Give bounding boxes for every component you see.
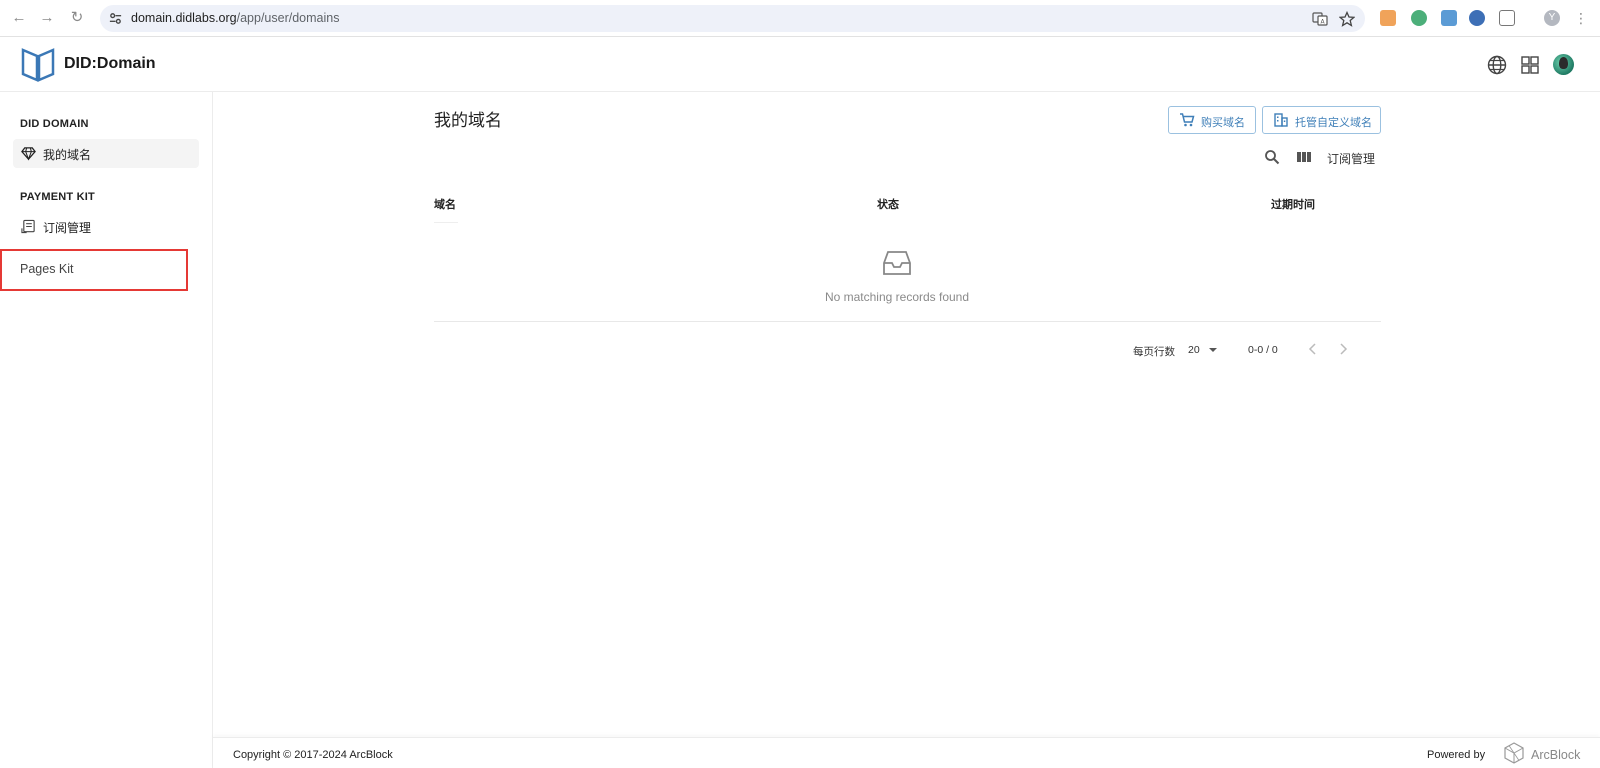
column-divider	[434, 222, 458, 223]
app-header: DID:Domain	[0, 38, 1600, 92]
sidebar-item-subscriptions[interactable]: 订阅管理	[13, 212, 199, 241]
did-domain-logo[interactable]	[20, 47, 56, 83]
pagination-range: 0-0 / 0	[1248, 344, 1278, 356]
cart-icon	[1180, 113, 1195, 127]
arcblock-name: ArcBlock	[1531, 748, 1581, 762]
host-custom-domain-button[interactable]: 托管自定义域名	[1262, 106, 1381, 134]
footer: Copyright © 2017-2024 ArcBlock Powered b…	[213, 737, 1600, 768]
diamond-icon	[21, 147, 36, 161]
user-avatar[interactable]	[1553, 54, 1574, 75]
dropdown-caret-icon	[1209, 348, 1217, 352]
sidebar-item-label: 订阅管理	[43, 221, 92, 235]
pages-kit-label: Pages Kit	[20, 262, 74, 276]
sidebar-heading-did-domain: DID DOMAIN	[20, 118, 89, 130]
receipt-icon	[21, 219, 35, 234]
copyright-text: Copyright © 2017-2024 ArcBlock	[233, 749, 393, 761]
rows-per-page-select[interactable]: 20	[1188, 341, 1224, 359]
apps-grid-icon[interactable]	[1519, 54, 1541, 76]
sidebar-item-label: 我的域名	[43, 148, 92, 162]
sidebar: DID DOMAIN 我的域名 PAYMENT KIT 订阅管理 Pages K…	[0, 92, 213, 768]
fox-extension-icon[interactable]	[1380, 10, 1396, 26]
sidebar-item-pages-kit[interactable]: Pages Kit	[0, 249, 188, 291]
buy-domain-button[interactable]: 购买域名	[1168, 106, 1256, 134]
browser-toolbar: ← → ↻ domain.didlabs.org/app/user/domain…	[0, 0, 1600, 37]
forward-arrow-icon[interactable]: →	[38, 9, 56, 27]
inbox-icon	[883, 251, 911, 275]
search-icon[interactable]	[1264, 149, 1280, 165]
previous-page-icon[interactable]	[1305, 341, 1321, 357]
site-settings-icon[interactable]	[108, 11, 123, 26]
column-header-status[interactable]: 状态	[877, 196, 899, 212]
globe-icon[interactable]	[1486, 54, 1508, 76]
url-path: /app/user/domains	[236, 11, 340, 25]
subscription-management-link[interactable]: 订阅管理	[1327, 150, 1375, 167]
sidebar-item-my-domains[interactable]: 我的域名	[13, 139, 199, 168]
arcblock-logo-icon[interactable]	[1503, 742, 1525, 764]
buy-domain-label: 购买域名	[1201, 117, 1245, 129]
translate-icon[interactable]: A	[1312, 11, 1328, 27]
page-title: 我的域名	[434, 111, 502, 130]
building-icon	[1274, 113, 1288, 127]
table-divider	[434, 321, 1381, 322]
powered-by-text: Powered by	[1427, 749, 1486, 761]
rows-per-page-value: 20	[1188, 344, 1200, 356]
bookmark-star-icon[interactable]	[1339, 11, 1355, 27]
image-extension-icon[interactable]	[1441, 10, 1457, 26]
reload-icon[interactable]: ↻	[68, 9, 86, 27]
extension-icon[interactable]	[1411, 10, 1427, 26]
url-text[interactable]: domain.didlabs.org/app/user/domains	[131, 11, 339, 25]
columns-icon[interactable]	[1296, 149, 1312, 165]
next-page-icon[interactable]	[1335, 341, 1351, 357]
profile-avatar[interactable]: Y	[1544, 10, 1560, 26]
address-bar[interactable]: domain.didlabs.org/app/user/domains A	[100, 5, 1365, 32]
host-custom-domain-label: 托管自定义域名	[1295, 117, 1372, 129]
empty-state-text: No matching records found	[824, 290, 970, 304]
column-header-domain[interactable]: 域名	[434, 196, 456, 212]
back-arrow-icon[interactable]: ←	[10, 9, 28, 27]
menu-dots-icon[interactable]: ⋮	[1572, 9, 1590, 27]
brand-name: DID:Domain	[64, 55, 156, 72]
sidebar-heading-payment-kit: PAYMENT KIT	[20, 191, 95, 203]
url-host: domain.didlabs.org	[131, 11, 237, 25]
rows-per-page-label: 每页行数	[1133, 346, 1175, 358]
puzzle-icon[interactable]	[1499, 10, 1515, 26]
column-header-expiry[interactable]: 过期时间	[1271, 196, 1315, 212]
check-extension-icon[interactable]	[1469, 10, 1485, 26]
